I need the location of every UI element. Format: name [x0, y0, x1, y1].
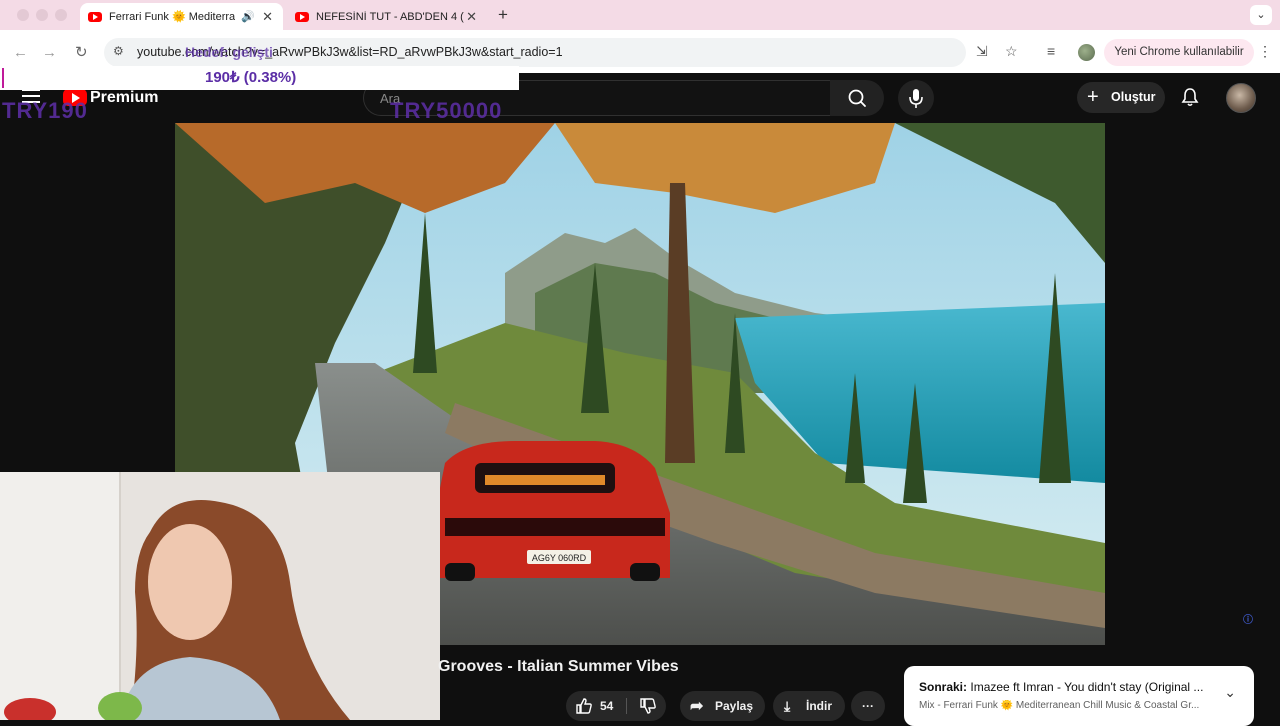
- overlay-progress-line: [2, 68, 4, 88]
- up-next-mix: Mix - Ferrari Funk 🌞 Mediterranean Chill…: [919, 700, 1200, 711]
- channel-watermark-icon[interactable]: ⓘ: [1243, 611, 1253, 626]
- kebab-icon[interactable]: ⋮: [1258, 43, 1272, 60]
- like-divider: [626, 698, 627, 714]
- like-icon[interactable]: [575, 697, 593, 720]
- account-avatar[interactable]: [1226, 83, 1256, 113]
- forward-icon[interactable]: →: [42, 44, 57, 61]
- tab-nefesini-tut[interactable]: NEFESİNİ TUT - ABD'DEN 4 ( ✕: [287, 3, 487, 30]
- up-next-title: Imazee ft Imran - You didn't stay (Origi…: [970, 680, 1204, 694]
- overlay-goal-label: Hedef: gelişti: [185, 44, 273, 60]
- youtube-favicon-icon: [88, 11, 102, 22]
- window-close-button[interactable]: [17, 9, 29, 21]
- download-label: İndir: [806, 699, 832, 713]
- site-info-icon[interactable]: ⚙: [113, 44, 124, 58]
- share-label: Paylaş: [715, 699, 754, 713]
- create-label: Oluştur: [1111, 90, 1156, 104]
- chevron-down-icon[interactable]: ⌄: [1224, 684, 1236, 701]
- webcam-feed: [0, 472, 440, 720]
- close-tab-icon[interactable]: ✕: [262, 9, 273, 25]
- search-icon: [848, 89, 866, 107]
- download-icon: ⤓: [784, 698, 791, 714]
- youtube-favicon-icon: [295, 11, 309, 22]
- close-tab-icon[interactable]: ✕: [466, 9, 477, 25]
- tab-ferrari-funk[interactable]: Ferrari Funk 🌞 Mediterra 🔊 ✕: [80, 3, 283, 30]
- overlay-try-goal: TRY50000: [390, 98, 503, 123]
- chrome-update-chip[interactable]: Yeni Chrome kullanılabilir: [1104, 39, 1254, 66]
- window-zoom-button[interactable]: [55, 9, 67, 21]
- plus-icon: +: [1087, 86, 1099, 108]
- profile-icon[interactable]: [1078, 44, 1095, 61]
- reload-icon[interactable]: ↻: [75, 43, 88, 61]
- more-actions-button[interactable]: ···: [851, 691, 885, 721]
- new-tab-button[interactable]: +: [498, 5, 508, 25]
- notifications-icon[interactable]: [1179, 86, 1201, 113]
- youtube-premium-brand[interactable]: Premium: [90, 89, 158, 107]
- up-next-prefix: Sonraki:: [919, 680, 968, 694]
- window-minimize-button[interactable]: [36, 9, 48, 21]
- reading-list-icon[interactable]: ≡: [1047, 43, 1055, 59]
- download-button[interactable]: ⤓ İndir: [773, 691, 845, 721]
- tab-search-button[interactable]: ⌄: [1250, 5, 1272, 25]
- speaker-icon[interactable]: 🔊: [241, 10, 255, 23]
- voice-search-button[interactable]: [898, 80, 934, 116]
- tab-title: NEFESİNİ TUT - ABD'DEN 4 (: [316, 10, 464, 23]
- install-icon[interactable]: ⇲: [976, 43, 988, 60]
- dislike-icon[interactable]: [639, 697, 657, 720]
- tab-title: Ferrari Funk 🌞 Mediterra: [109, 11, 236, 23]
- microphone-icon: [909, 89, 923, 108]
- up-next-card[interactable]: Sonraki: Imazee ft Imran - You didn't st…: [904, 666, 1254, 726]
- star-icon[interactable]: ☆: [1005, 43, 1018, 60]
- share-icon: ➦: [690, 698, 704, 715]
- overlay-try-current: TRY190: [2, 98, 88, 123]
- back-icon[interactable]: ←: [13, 44, 28, 61]
- up-next-title-line: Sonraki: Imazee ft Imran - You didn't st…: [919, 680, 1219, 694]
- video-title: Grooves - Italian Summer Vibes: [438, 658, 679, 675]
- streamer-webcam-image: [0, 472, 440, 720]
- license-plate-text: AG6Y 060RD: [532, 553, 587, 563]
- create-button[interactable]: + Oluştur: [1077, 82, 1165, 113]
- like-count[interactable]: 54: [600, 691, 620, 721]
- share-button[interactable]: ➦ Paylaş: [680, 691, 765, 721]
- search-button[interactable]: [830, 80, 884, 116]
- overlay-amount: 190₺ (0.38%): [205, 69, 297, 86]
